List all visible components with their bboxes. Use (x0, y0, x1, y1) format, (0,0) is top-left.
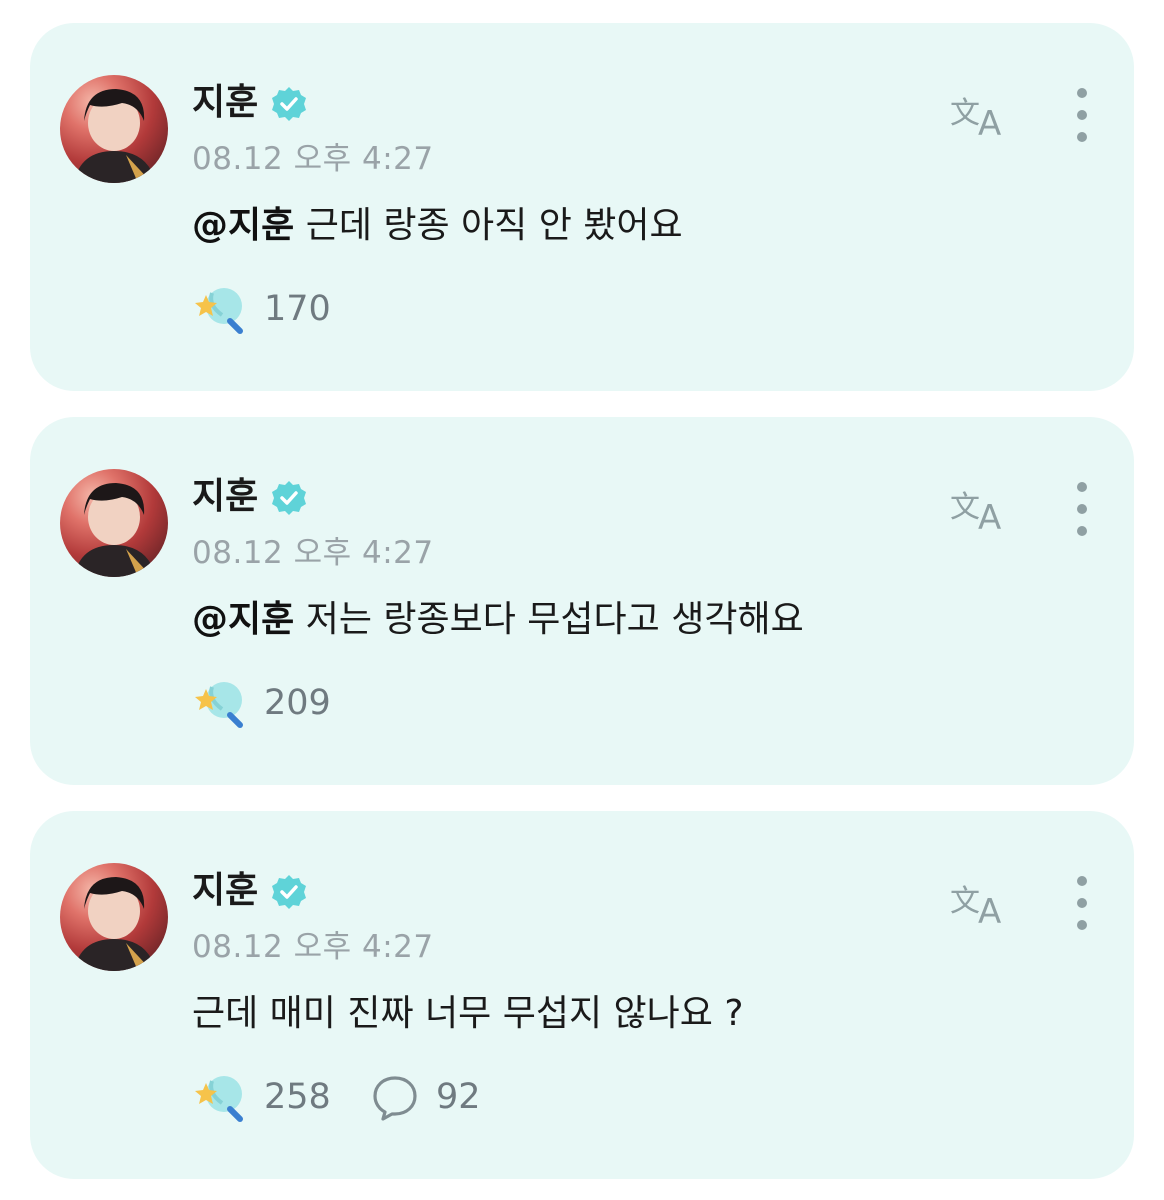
mention[interactable]: @지훈 (192, 599, 294, 640)
avatar[interactable] (60, 863, 168, 971)
avatar[interactable] (60, 75, 168, 183)
message-text: 저는 랑종보다 무섭다고 생각해요 (294, 599, 804, 640)
author-name[interactable]: 지훈 (192, 81, 258, 125)
avatar[interactable] (60, 469, 168, 577)
reaction-count: 209 (264, 683, 331, 723)
verified-badge-icon (272, 87, 306, 121)
reaction-count: 258 (264, 1077, 331, 1117)
star-bubble-reaction-icon[interactable] (192, 1069, 248, 1125)
post-card[interactable]: 지훈 08.12 오후 4:27 근데 매미 진짜 너무 무섭지 않나요 ? 文… (30, 811, 1134, 1179)
post-timestamp: 08.12 오후 4:27 (192, 929, 434, 965)
post-timestamp: 08.12 오후 4:27 (192, 141, 434, 177)
translate-icon[interactable]: 文 A (948, 89, 1012, 141)
author-name[interactable]: 지훈 (192, 475, 258, 519)
svg-text:文: 文 (950, 490, 980, 525)
svg-text:A: A (978, 892, 1001, 929)
message-text: 근데 매미 진짜 너무 무섭지 않나요 ? (192, 993, 744, 1034)
more-vertical-icon[interactable] (1066, 873, 1098, 933)
translate-icon[interactable]: 文 A (948, 483, 1012, 535)
comment-count: 92 (436, 1077, 481, 1117)
svg-text:文: 文 (950, 96, 980, 131)
translate-icon[interactable]: 文 A (948, 877, 1012, 929)
post-card[interactable]: 지훈 08.12 오후 4:27 @지훈 저는 랑종보다 무섭다고 생각해요 文… (30, 417, 1134, 785)
svg-text:文: 文 (950, 884, 980, 919)
more-vertical-icon[interactable] (1066, 479, 1098, 539)
post-card[interactable]: 지훈 08.12 오후 4:27 @지훈 근데 랑종 아직 안 봤어요 文 A … (30, 23, 1134, 391)
verified-badge-icon (272, 481, 306, 515)
comment-bubble-icon[interactable] (370, 1073, 420, 1123)
svg-text:A: A (978, 498, 1001, 535)
author-name[interactable]: 지훈 (192, 869, 258, 913)
star-bubble-reaction-icon[interactable] (192, 675, 248, 731)
post-message: 근데 매미 진짜 너무 무섭지 않나요 ? (192, 991, 743, 1037)
reaction-count: 170 (264, 289, 331, 329)
post-message: @지훈 저는 랑종보다 무섭다고 생각해요 (192, 597, 804, 643)
star-bubble-reaction-icon[interactable] (192, 281, 248, 337)
message-text: 근데 랑종 아직 안 봤어요 (294, 205, 683, 246)
post-timestamp: 08.12 오후 4:27 (192, 535, 434, 571)
more-vertical-icon[interactable] (1066, 85, 1098, 145)
verified-badge-icon (272, 875, 306, 909)
mention[interactable]: @지훈 (192, 205, 294, 246)
svg-text:A: A (978, 104, 1001, 141)
post-message: @지훈 근데 랑종 아직 안 봤어요 (192, 203, 683, 249)
